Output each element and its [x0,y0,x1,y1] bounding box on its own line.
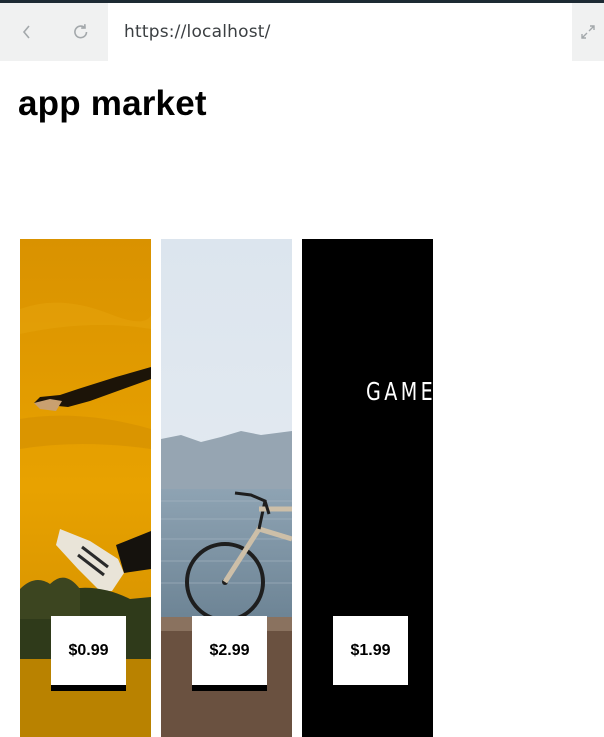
app-card[interactable]: $0.99 [20,239,151,737]
chevron-left-icon [22,25,30,39]
price-label: $0.99 [68,641,109,659]
price-button[interactable]: $1.99 [333,616,408,685]
app-card[interactable]: GAME $1.99 [302,239,433,737]
expand-icon [581,25,595,39]
price-label: $1.99 [350,641,391,659]
price-label: $2.99 [209,641,250,659]
reload-button[interactable] [54,3,108,61]
reload-icon [74,24,88,39]
app-card[interactable]: $2.99 [161,239,292,737]
game-banner-text: GAME [366,377,433,406]
page-title: app market [18,84,207,123]
address-bar[interactable]: https://localhost/ [108,3,572,61]
price-button[interactable]: $2.99 [192,616,267,691]
price-button[interactable]: $0.99 [51,616,126,691]
back-button[interactable] [0,3,54,61]
expand-button[interactable] [572,3,604,61]
url-text: https://localhost/ [124,22,271,42]
browser-toolbar: https://localhost/ [0,0,604,61]
